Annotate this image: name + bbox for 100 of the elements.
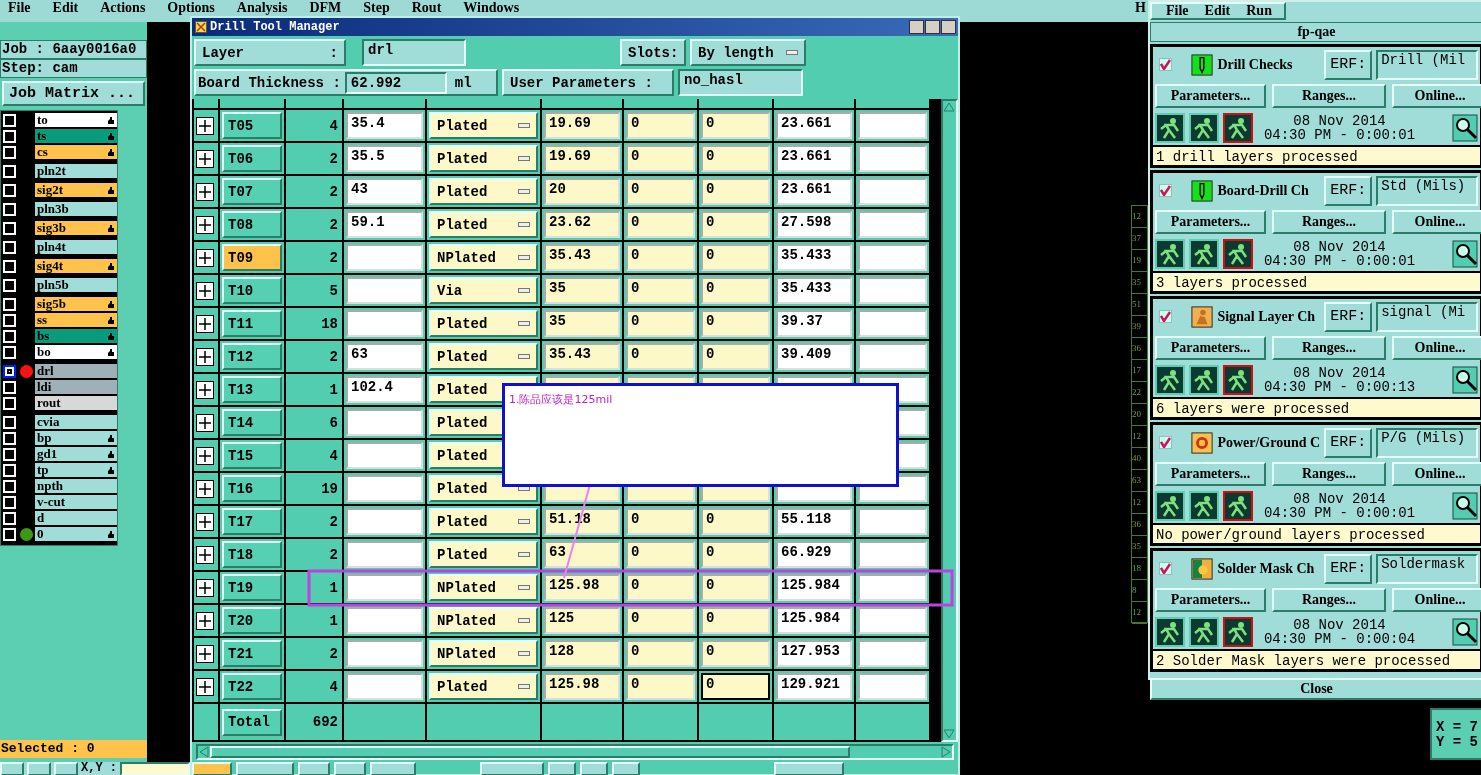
expand-icon[interactable]: [196, 149, 214, 168]
drill-size-field[interactable]: 63: [544, 541, 620, 568]
size-field[interactable]: 35.5: [346, 145, 423, 172]
value-field[interactable]: [858, 211, 927, 238]
value-field[interactable]: 0: [701, 574, 770, 601]
drill-size-field[interactable]: 35.43: [544, 244, 620, 271]
expand-icon[interactable]: [196, 479, 214, 498]
expand-icon[interactable]: [196, 248, 214, 267]
menu-item[interactable]: H: [1135, 1, 1146, 15]
layer-item[interactable]: pln2t: [35, 164, 117, 178]
value-field[interactable]: 0: [701, 508, 770, 535]
running-figure-icon[interactable]: [1223, 364, 1253, 395]
menu-item[interactable]: Rout: [411, 1, 442, 15]
action-button[interactable]: Ranges...: [1272, 84, 1386, 108]
tool-button[interactable]: T17: [222, 508, 282, 535]
tool-button[interactable]: T19: [222, 574, 282, 601]
action-button[interactable]: Online...: [1392, 336, 1481, 360]
size-field[interactable]: [346, 475, 423, 502]
size-field[interactable]: [346, 541, 423, 568]
action-button[interactable]: Online...: [1392, 462, 1481, 486]
running-figure-icon[interactable]: [1155, 112, 1185, 143]
running-figure-icon[interactable]: [1155, 364, 1185, 395]
value-field[interactable]: 0: [701, 343, 770, 370]
value-field[interactable]: 23.661: [776, 112, 852, 139]
type-dropdown[interactable]: NPlated: [429, 607, 538, 634]
value-field[interactable]: 55.118: [776, 508, 852, 535]
layer-item[interactable]: pln4t: [35, 240, 117, 254]
size-field[interactable]: [346, 673, 423, 700]
menu-item[interactable]: Actions: [100, 1, 146, 15]
size-field[interactable]: [346, 442, 423, 469]
zoom-icon[interactable]: [1452, 239, 1478, 268]
layer-item[interactable]: sig2t: [35, 183, 117, 197]
layer-item[interactable]: cs: [35, 145, 117, 159]
value-field[interactable]: 0: [701, 211, 770, 238]
layer-item[interactable]: ss: [35, 313, 117, 327]
thickness-field[interactable]: 62.992: [344, 71, 447, 94]
value-field[interactable]: 0: [701, 112, 770, 139]
expand-icon[interactable]: [196, 182, 214, 201]
size-field[interactable]: [346, 607, 423, 634]
check-checkbox[interactable]: [1159, 310, 1172, 323]
value-field[interactable]: 0: [626, 343, 695, 370]
running-figure-icon[interactable]: [1189, 238, 1219, 269]
erf-field[interactable]: Std (Mils): [1376, 175, 1478, 206]
toolbar-button[interactable]: [548, 762, 576, 775]
size-field[interactable]: [346, 244, 423, 271]
menu-item[interactable]: Options: [167, 1, 215, 15]
value-field[interactable]: 66.929: [776, 541, 852, 568]
tool-icon[interactable]: [0, 762, 24, 775]
value-field[interactable]: 0: [626, 607, 695, 634]
check-checkbox[interactable]: [1159, 58, 1172, 71]
drill-size-field[interactable]: 20: [544, 178, 620, 205]
value-field[interactable]: [858, 640, 927, 667]
type-dropdown[interactable]: Plated: [429, 310, 538, 337]
value-field[interactable]: 0: [626, 640, 695, 667]
tool-button[interactable]: T13: [222, 376, 282, 403]
value-field[interactable]: 0: [626, 277, 695, 304]
size-field[interactable]: 43: [346, 178, 423, 205]
erf-button[interactable]: ERF:: [1324, 175, 1373, 206]
size-field[interactable]: [346, 277, 423, 304]
zoom-icon[interactable]: [1452, 491, 1478, 520]
menu-item[interactable]: File: [8, 1, 31, 15]
value-field[interactable]: 39.37: [776, 310, 852, 337]
drill-size-field[interactable]: 125.98: [544, 574, 620, 601]
erf-field[interactable]: Drill (Mil: [1376, 49, 1478, 80]
layer-item[interactable]: drl: [35, 364, 117, 378]
expand-icon[interactable]: [196, 446, 214, 465]
user-parameters-field[interactable]: no_hasl: [678, 69, 803, 96]
action-button[interactable]: Parameters...: [1155, 84, 1266, 108]
close-button[interactable]: [941, 20, 956, 34]
expand-icon[interactable]: [196, 314, 214, 333]
running-figure-icon[interactable]: [1223, 616, 1253, 647]
tool-icon[interactable]: [27, 762, 51, 775]
size-field[interactable]: [346, 640, 423, 667]
coordinate-field[interactable]: [120, 762, 190, 775]
value-field[interactable]: 0: [626, 211, 695, 238]
value-field[interactable]: 0: [626, 145, 695, 172]
tool-button[interactable]: T18: [222, 541, 282, 568]
check-checkbox[interactable]: [1159, 562, 1172, 575]
value-field[interactable]: 0: [626, 574, 695, 601]
layer-item[interactable]: ts: [35, 129, 117, 143]
value-field[interactable]: [858, 145, 927, 172]
expand-icon[interactable]: [196, 578, 214, 597]
tool-button[interactable]: T12: [222, 343, 282, 370]
layer-item[interactable]: npth: [35, 479, 117, 493]
size-field[interactable]: 59.1: [346, 211, 423, 238]
tool-button[interactable]: T08: [222, 211, 282, 238]
check-checkbox[interactable]: [1159, 436, 1172, 449]
action-button[interactable]: Ranges...: [1272, 588, 1386, 612]
toolbar-button[interactable]: [298, 762, 330, 775]
type-dropdown[interactable]: Plated: [429, 145, 538, 172]
value-field[interactable]: 0: [701, 310, 770, 337]
size-field[interactable]: [346, 508, 423, 535]
erf-field[interactable]: P/G (Mils): [1376, 427, 1478, 458]
type-dropdown[interactable]: NPlated: [429, 640, 538, 667]
value-field[interactable]: [858, 244, 927, 271]
tool-button[interactable]: T14: [222, 409, 282, 436]
layer-checkbox[interactable]: [3, 364, 16, 378]
value-field[interactable]: 127.953: [776, 640, 852, 667]
value-field[interactable]: [858, 508, 927, 535]
type-dropdown[interactable]: Plated: [429, 211, 538, 238]
